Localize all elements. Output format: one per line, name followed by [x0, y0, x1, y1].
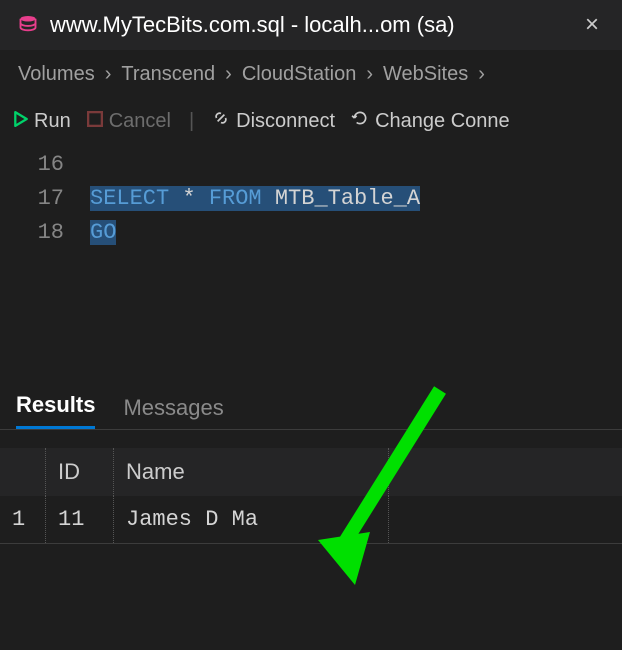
cancel-button[interactable]: Cancel [87, 110, 171, 133]
play-icon [14, 110, 28, 133]
code-line[interactable]: GO [90, 216, 622, 250]
breadcrumb-item[interactable]: Transcend [121, 63, 215, 86]
run-button[interactable]: Run [14, 110, 71, 133]
table-header-rownum[interactable] [0, 448, 46, 496]
tab-title[interactable]: www.MyTecBits.com.sql - localh...om (sa) [50, 12, 570, 38]
cell-id: 11 [46, 496, 114, 543]
database-icon [18, 15, 38, 35]
cancel-label: Cancel [109, 110, 171, 133]
row-number: 1 [0, 496, 46, 543]
refresh-icon [351, 109, 369, 133]
run-label: Run [34, 110, 71, 133]
separator: | [189, 110, 194, 133]
chevron-right-icon: › [225, 63, 232, 86]
line-number: 16 [0, 148, 90, 182]
disconnect-label: Disconnect [236, 110, 335, 133]
chevron-right-icon: › [478, 63, 485, 86]
tab-results[interactable]: Results [16, 384, 95, 429]
results-table: ID Name 1 11 James D Ma [0, 448, 622, 544]
stop-icon [87, 110, 103, 133]
disconnect-button[interactable]: Disconnect [212, 109, 335, 133]
disconnect-icon [212, 109, 230, 133]
table-row[interactable]: 1 11 James D Ma [0, 496, 622, 544]
cell-name: James D Ma [114, 496, 389, 543]
breadcrumb: Volumes › Transcend › CloudStation › Web… [0, 50, 622, 98]
breadcrumb-item[interactable]: Volumes [18, 63, 95, 86]
code-editor[interactable]: 16 17 SELECT * FROM MTB_Table_A 18 GO [0, 144, 622, 384]
tab-messages[interactable]: Messages [123, 387, 223, 429]
table-header-name[interactable]: Name [114, 448, 389, 496]
code-line[interactable]: SELECT * FROM MTB_Table_A [90, 182, 622, 216]
change-label: Change Conne [375, 110, 510, 133]
chevron-right-icon: › [366, 63, 373, 86]
close-icon[interactable]: × [580, 11, 604, 39]
line-number: 18 [0, 216, 90, 250]
line-number: 17 [0, 182, 90, 216]
chevron-right-icon: › [105, 63, 112, 86]
breadcrumb-item[interactable]: CloudStation [242, 63, 357, 86]
table-header-id[interactable]: ID [46, 448, 114, 496]
breadcrumb-item[interactable]: WebSites [383, 63, 468, 86]
change-connection-button[interactable]: Change Conne [351, 109, 510, 133]
